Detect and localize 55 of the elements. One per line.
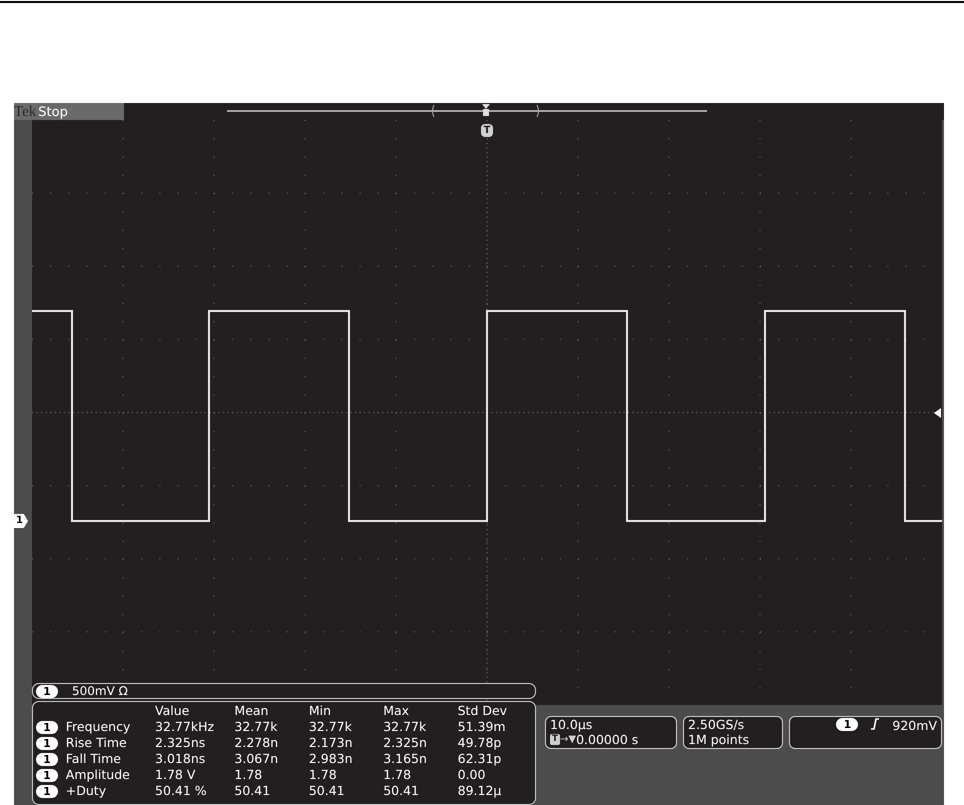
brand-label: Tek: [14, 105, 36, 120]
measurement-value: 50.41: [383, 783, 420, 799]
channel-badge: 1: [36, 769, 58, 782]
channel-badge: 1: [836, 718, 858, 731]
measurement-value: 3.067n: [234, 751, 280, 767]
measurement-value: 1.78: [308, 767, 338, 783]
channel-marker: 1: [14, 514, 28, 528]
measurement-value: 62.31p: [458, 751, 502, 767]
channel-badge: 1: [36, 721, 58, 734]
measurement-value: 32.77k: [383, 719, 428, 735]
measurement-value: 0.00: [458, 767, 486, 783]
measurement-name: Rise Time: [66, 735, 128, 751]
column-header: Mean: [234, 703, 270, 719]
measurement-name: +Duty: [66, 783, 108, 799]
channel-badge: 1: [36, 753, 58, 766]
record-length: 1M points: [688, 732, 750, 747]
measurement-value: 32.77kHz: [155, 719, 216, 735]
column-header: Max: [383, 703, 410, 719]
vertical-scale: 500mV Ω: [72, 685, 128, 697]
measurement-value: 1.78 V: [155, 767, 196, 783]
trigger-position-marker: T: [481, 124, 493, 137]
column-header: Value: [155, 703, 190, 719]
measurement-value: 2.983n: [308, 751, 354, 767]
measurement-name: Frequency: [66, 719, 132, 735]
measurement-value: 89.12µ: [458, 783, 502, 799]
measurement-value: 50.41: [308, 783, 346, 799]
trigger-marker-badge: T: [550, 734, 560, 745]
measurement-value: 50.41 %: [155, 783, 208, 799]
column-header: Std Dev: [458, 703, 508, 719]
channel-badge: 1: [36, 684, 58, 698]
measurement-value: 3.165n: [383, 751, 428, 767]
horizontal-position: 0.00000 s: [576, 732, 638, 747]
delay-arrows: →▼: [560, 733, 576, 747]
measurement-value: 2.173n: [308, 735, 354, 751]
measurement-value: 2.325ns: [155, 735, 206, 751]
measurement-value: 1.78: [383, 767, 412, 783]
measurement-value: 1.78: [234, 767, 264, 783]
acquisition-status: Stop: [38, 106, 68, 119]
trigger-level: 920mV: [892, 718, 937, 733]
measurement-value: 2.325n: [383, 735, 428, 751]
trigger-level-arrow: [934, 408, 941, 418]
horizontal-scale: 10.0µs: [550, 717, 594, 732]
channel-badge: 1: [36, 737, 58, 750]
channel-badge: 1: [36, 785, 58, 798]
sample-rate: 2.50GS/s: [688, 717, 746, 732]
measurement-value: 32.77k: [234, 719, 278, 735]
column-header: Min: [308, 703, 332, 719]
measurement-value: 51.39m: [458, 719, 507, 735]
measurement-value: 50.41: [234, 783, 272, 799]
measurement-name: Amplitude: [66, 767, 131, 783]
measurement-value: 3.018ns: [155, 751, 206, 767]
measurement-name: Fall Time: [66, 751, 122, 767]
measurement-value: 32.77k: [308, 719, 353, 735]
measurement-value: 49.78p: [458, 735, 502, 751]
measurement-value: 2.278n: [234, 735, 280, 751]
